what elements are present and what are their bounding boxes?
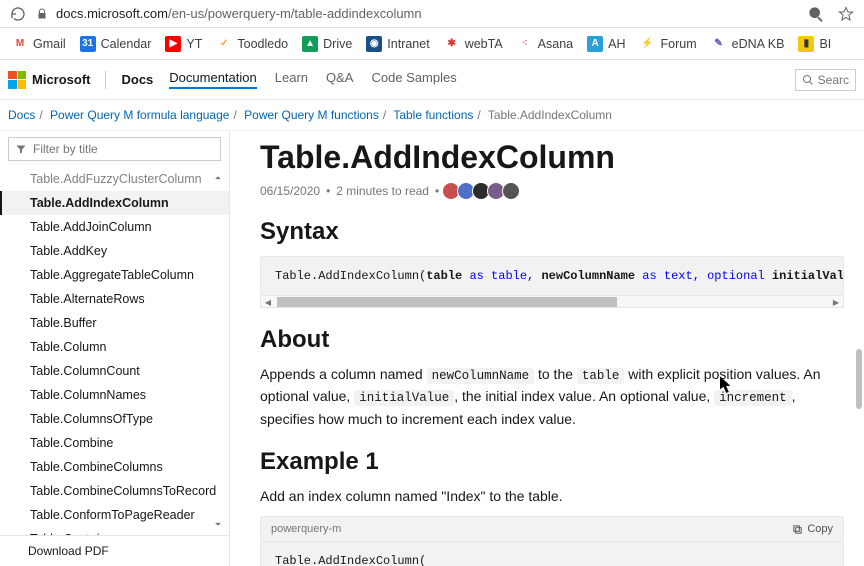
bookmark-intranet[interactable]: ◉Intranet (366, 36, 429, 52)
bookmark-toodledo[interactable]: ✓Toodledo (216, 36, 288, 52)
lock-icon (36, 8, 48, 20)
microsoft-logo-icon (8, 71, 26, 89)
url-text: docs.microsoft.com/en-us/powerquery-m/ta… (56, 6, 422, 21)
tab-documentation[interactable]: Documentation (169, 70, 256, 89)
nav-item[interactable]: Table.AlternateRows (0, 287, 229, 311)
bookmark-gmail[interactable]: MGmail (12, 36, 66, 52)
site-header: Microsoft Docs Documentation Learn Q&A C… (0, 60, 864, 100)
example-heading: Example 1 (260, 448, 844, 476)
code-newcolumnname: newColumnName (427, 368, 535, 384)
url-bar[interactable]: docs.microsoft.com/en-us/powerquery-m/ta… (36, 6, 798, 21)
bookmark-asana[interactable]: ⁖Asana (517, 36, 573, 52)
bookmark-bi[interactable]: ▮BI (798, 36, 831, 52)
copy-icon (792, 524, 803, 535)
filter-placeholder: Filter by title (33, 142, 98, 156)
page-title: Table.AddIndexColumn (260, 139, 844, 176)
filter-input[interactable]: Filter by title (8, 137, 221, 161)
nav-item[interactable]: Table.Column (0, 335, 229, 359)
header-tabs: Documentation Learn Q&A Code Samples (169, 70, 794, 89)
nav-item[interactable]: Table.AddKey (0, 239, 229, 263)
reload-icon[interactable] (10, 6, 26, 22)
nav-item[interactable]: Table.Combine (0, 431, 229, 455)
search-icon (802, 74, 814, 86)
crumb-functions[interactable]: Power Query M functions (244, 108, 379, 122)
scroll-right-icon[interactable]: ▶ (829, 296, 843, 308)
scrollbar-thumb[interactable] (277, 297, 617, 307)
scroll-down-icon[interactable] (211, 517, 225, 531)
bookmark-ah[interactable]: AAH (587, 36, 625, 52)
brand-text: Microsoft (32, 72, 91, 87)
page-meta: 06/15/2020 • 2 minutes to read • (260, 182, 844, 200)
nav-item[interactable]: Table.AddFuzzyClusterColumn (0, 167, 229, 191)
nav-item[interactable]: Table.ColumnsOfType (0, 407, 229, 431)
crumb-language[interactable]: Power Query M formula language (50, 108, 229, 122)
search-placeholder: Searc (818, 73, 849, 87)
code-increment: increment (714, 390, 792, 406)
docs-link[interactable]: Docs (106, 72, 170, 87)
tab-code-samples[interactable]: Code Samples (371, 70, 456, 89)
scroll-left-icon[interactable]: ◀ (261, 296, 275, 308)
bookmarks-bar: MGmail 31Calendar ▶YT ✓Toodledo ▲Drive ◉… (0, 28, 864, 60)
example-code: Table.AddIndexColumn( Table.FromRecords(… (261, 542, 843, 566)
omnibox-search-icon[interactable] (808, 6, 824, 22)
nav-item[interactable]: Table.Contains (0, 527, 229, 535)
browser-toolbar: docs.microsoft.com/en-us/powerquery-m/ta… (0, 0, 864, 28)
avatar (502, 182, 520, 200)
code-initialvalue: initialValue (354, 390, 454, 406)
tab-learn[interactable]: Learn (275, 70, 308, 89)
crumb-docs[interactable]: Docs (8, 108, 35, 122)
bookmark-webta[interactable]: ✱webTA (444, 36, 503, 52)
page-date: 06/15/2020 (260, 184, 320, 198)
nav-list: Table.AddFuzzyClusterColumnTable.AddInde… (0, 167, 229, 535)
bookmark-calendar[interactable]: 31Calendar (80, 36, 152, 52)
code-scrollbar[interactable]: ◀ ▶ (260, 296, 844, 308)
nav-item[interactable]: Table.Buffer (0, 311, 229, 335)
content-scrollbar[interactable] (856, 349, 862, 409)
nav-item[interactable]: Table.ColumnNames (0, 383, 229, 407)
copy-button[interactable]: Copy (792, 523, 833, 535)
sidebar: Filter by title Table.AddFuzzyClusterCol… (0, 131, 230, 566)
nav-item[interactable]: Table.ConformToPageReader (0, 503, 229, 527)
bookmark-yt[interactable]: ▶YT (165, 36, 202, 52)
download-pdf-label: Download PDF (28, 544, 109, 558)
code-table: table (577, 368, 625, 384)
bookmark-forum[interactable]: ⚡Forum (640, 36, 697, 52)
copy-label: Copy (807, 523, 833, 535)
content-area: Table.AddIndexColumn 06/15/2020 • 2 minu… (230, 131, 864, 566)
contributors[interactable] (445, 182, 520, 200)
nav-item[interactable]: Table.AddJoinColumn (0, 215, 229, 239)
example-text: Add an index column named "Index" to the… (260, 486, 844, 508)
download-icon (10, 545, 22, 557)
filter-icon (15, 143, 27, 155)
about-heading: About (260, 326, 844, 354)
bookmark-drive[interactable]: ▲Drive (302, 36, 352, 52)
code-lang-label: powerquery-m (271, 523, 341, 535)
microsoft-logo[interactable]: Microsoft (8, 71, 106, 89)
bookmark-edna[interactable]: ✎eDNA KB (711, 36, 785, 52)
about-text: Appends a column named newColumnName to … (260, 364, 844, 430)
nav-item[interactable]: Table.ColumnCount (0, 359, 229, 383)
syntax-code: Table.AddIndexColumn(table as table, new… (260, 256, 844, 296)
nav-item[interactable]: Table.CombineColumnsToRecord (0, 479, 229, 503)
tab-qa[interactable]: Q&A (326, 70, 353, 89)
breadcrumb: Docs/ Power Query M formula language/ Po… (0, 100, 864, 131)
site-search[interactable]: Searc (795, 69, 856, 91)
nav-item[interactable]: Table.CombineColumns (0, 455, 229, 479)
crumb-table-functions[interactable]: Table functions (393, 108, 473, 122)
syntax-heading: Syntax (260, 218, 844, 246)
read-time: 2 minutes to read (336, 184, 429, 198)
bookmark-star-icon[interactable] (838, 6, 854, 22)
crumb-current: Table.AddIndexColumn (488, 108, 612, 122)
example-code-box: powerquery-m Copy Table.AddIndexColumn( … (260, 516, 844, 566)
download-pdf-button[interactable]: Download PDF (0, 535, 229, 566)
nav-item[interactable]: Table.AddIndexColumn (0, 191, 229, 215)
nav-item[interactable]: Table.AggregateTableColumn (0, 263, 229, 287)
